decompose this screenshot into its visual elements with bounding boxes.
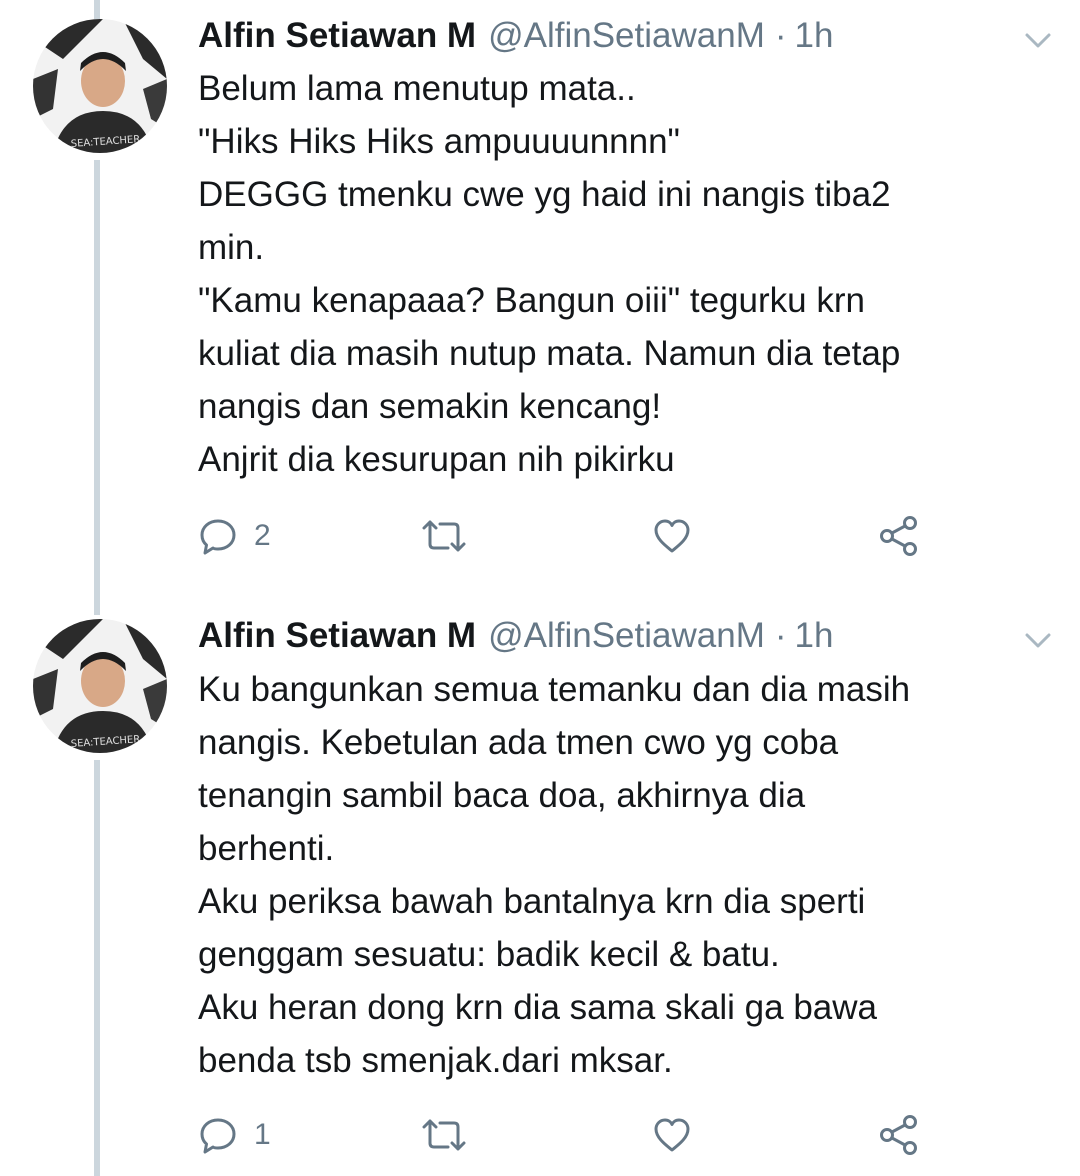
avatar[interactable]: SEA:TEACHER — [33, 619, 167, 753]
like-button[interactable] — [652, 512, 692, 560]
like-button[interactable] — [652, 1111, 692, 1159]
reply-count: 1 — [254, 1118, 271, 1151]
retweet-button[interactable] — [420, 512, 468, 560]
tweet-actions: 1 — [0, 1111, 1080, 1159]
tweet[interactable]: SEA:TEACHER Alfin Setiawan M @AlfinSetia… — [0, 0, 1080, 580]
handle[interactable]: @AlfinSetiawanM — [488, 13, 765, 59]
chevron-down-icon[interactable] — [1018, 620, 1058, 660]
reply-button[interactable]: 1 — [198, 1111, 271, 1159]
tweet[interactable]: SEA:TEACHER Alfin Setiawan M @AlfinSetia… — [0, 600, 1080, 1176]
tweet-line: Belum lama menutup mata.. — [198, 69, 636, 108]
reply-icon — [200, 519, 236, 555]
tweet-line: Ku bangunkan semua temanku dan dia masih — [198, 670, 911, 709]
share-icon — [880, 1115, 917, 1155]
avatar[interactable]: SEA:TEACHER — [33, 19, 167, 153]
tweet-line: "Hiks Hiks Hiks ampuuuunnnn" — [198, 122, 680, 161]
tweet-line: tenangin sambil baca doa, akhirnya dia — [198, 776, 806, 815]
reply-count: 2 — [254, 519, 271, 552]
reply-button[interactable]: 2 — [198, 512, 271, 560]
retweet-button[interactable] — [420, 1111, 468, 1159]
timestamp[interactable]: 1h — [795, 13, 834, 59]
reply-icon — [200, 1118, 236, 1154]
tweet-text: Belum lama menutup mata.. "Hiks Hiks Hik… — [198, 62, 1058, 486]
heart-icon — [654, 519, 690, 553]
display-name[interactable]: Alfin Setiawan M — [198, 13, 476, 59]
tweet-header: Alfin Setiawan M @AlfinSetiawanM · 1h — [198, 13, 833, 59]
timestamp[interactable]: 1h — [795, 613, 834, 659]
tweet-line: nangis. Kebetulan ada tmen cwo yg coba — [198, 723, 839, 762]
separator-dot: · — [774, 16, 787, 55]
retweet-icon — [422, 520, 466, 552]
share-button[interactable] — [878, 1111, 920, 1159]
tweet-actions: 2 — [0, 512, 1080, 560]
tweet-line: Anjrit dia kesurupan nih pikirku — [198, 440, 675, 479]
separator-dot: · — [774, 616, 787, 655]
tweet-line: berhenti. — [198, 829, 335, 868]
tweet-line: nangis dan semakin kencang! — [198, 387, 662, 426]
retweet-icon — [422, 1119, 466, 1151]
tweet-text: Ku bangunkan semua temanku dan dia masih… — [198, 663, 1058, 1087]
display-name[interactable]: Alfin Setiawan M — [198, 613, 476, 659]
tweet-line: DEGGG tmenku cwe yg haid ini nangis tiba… — [198, 175, 891, 214]
tweet-line: min. — [198, 228, 265, 267]
chevron-down-icon[interactable] — [1018, 20, 1058, 60]
handle[interactable]: @AlfinSetiawanM — [488, 613, 765, 659]
share-icon — [880, 516, 917, 556]
tweet-line: Aku heran dong krn dia sama skali ga baw… — [198, 988, 878, 1027]
tweet-line: "Kamu kenapaaa? Bangun oiii" tegurku krn — [198, 281, 865, 320]
heart-icon — [654, 1118, 690, 1152]
tweet-line: kuliat dia masih nutup mata. Namun dia t… — [198, 334, 901, 373]
tweet-header: Alfin Setiawan M @AlfinSetiawanM · 1h — [198, 613, 833, 659]
tweet-line: Aku periksa bawah bantalnya krn dia sper… — [198, 882, 866, 921]
share-button[interactable] — [878, 512, 920, 560]
tweet-line: genggam sesuatu: badik kecil & batu. — [198, 935, 780, 974]
tweet-line: benda tsb smenjak.dari mksar. — [198, 1041, 673, 1080]
